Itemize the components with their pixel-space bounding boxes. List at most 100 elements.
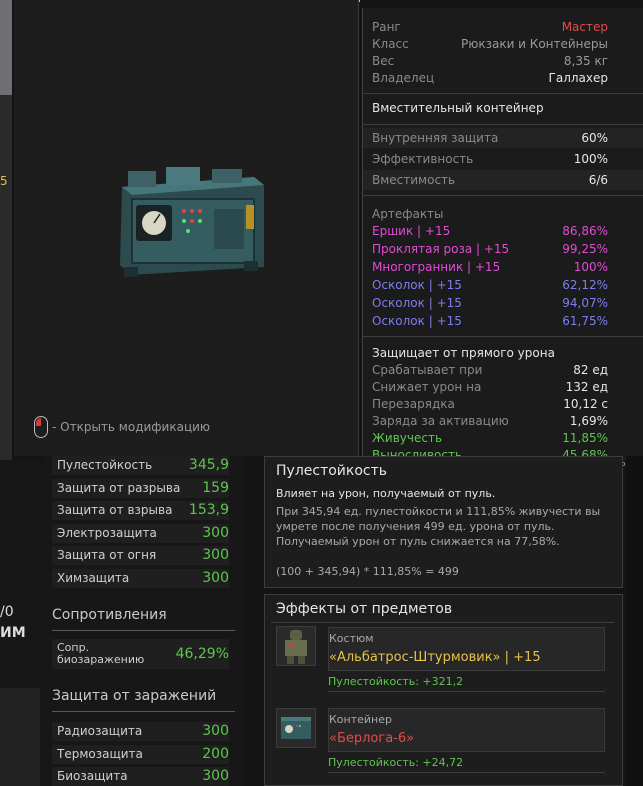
effect-item-name: «Берлога-6» xyxy=(329,731,415,746)
protect-row: Заряда за активацию 1,69% xyxy=(372,414,608,428)
background-number: 5 xyxy=(0,174,8,188)
container-model-image xyxy=(120,167,264,277)
info-description-line: умрете после получения 499 ед. урона от … xyxy=(276,520,555,533)
label: Вес xyxy=(372,54,395,68)
stat-value: 345,9 xyxy=(188,457,229,473)
item-effects-panel: Эффекты от предметов Костюм «Альбатрос-Ш… xyxy=(264,594,623,786)
artifact-value: 94,07% xyxy=(562,296,608,310)
stat-row[interactable]: Термозащита 200 xyxy=(52,745,229,764)
label: Снижает урон на xyxy=(372,380,482,394)
stat-row-bio-resistance[interactable]: Сопр. биозаражению 46,29% xyxy=(52,639,229,669)
value: 82 ед xyxy=(573,363,608,377)
stat-label: Защита от взрыва xyxy=(57,503,173,517)
stat-row[interactable]: Защита от разрыва 159 xyxy=(52,479,229,498)
value: 1,69% xyxy=(569,414,608,428)
artifact-value: 61,75% xyxy=(562,314,608,328)
label: Срабатывает при xyxy=(372,363,483,377)
label: Заряда за активацию xyxy=(372,414,509,428)
effect-card[interactable]: Костюм «Альбатрос-Штурмовик» | +15 xyxy=(328,627,605,671)
stat-value: 300 xyxy=(202,525,229,541)
value: 100% xyxy=(573,152,608,166)
section-title-resistances: Сопротивления xyxy=(52,607,167,623)
artifact-name: Многогранник | +15 xyxy=(372,260,501,274)
divider xyxy=(363,195,643,196)
artifact-row: Осколок | +15 94,07% xyxy=(372,296,608,310)
item-preview-panel[interactable]: - Открыть модификацию xyxy=(14,0,359,456)
stat-row[interactable]: Защита от взрыва 153,9 xyxy=(52,501,229,520)
label: Класс xyxy=(372,37,409,51)
stat-row[interactable]: Защита от огня 300 xyxy=(52,546,229,565)
background-text: ИМ xyxy=(0,625,26,641)
artifact-row: Осколок | +15 61,75% xyxy=(372,314,608,328)
container-thumbnail xyxy=(281,717,311,739)
artifacts-title: Артефакты xyxy=(372,207,608,221)
stat-row-bullet-resistance[interactable]: Пулестойкость 345,9 xyxy=(52,456,229,475)
artifact-name: Ершик | +15 xyxy=(372,224,451,238)
tooltip-row-efficiency: Эффективность 100% xyxy=(372,152,608,166)
stat-row[interactable]: Биозащита 300 xyxy=(52,767,229,786)
label: Ранг xyxy=(372,20,401,34)
artifact-row: Осколок | +15 62,12% xyxy=(372,278,608,292)
stat-value: 46,29% xyxy=(175,646,229,662)
stat-value: 300 xyxy=(202,768,229,784)
background-text: /0 xyxy=(0,604,14,620)
mouse-left-click-icon xyxy=(34,416,48,438)
info-title: Пулестойкость xyxy=(276,463,388,479)
label: Живучесть xyxy=(372,431,443,445)
type-title-text: Вместительный контейнер xyxy=(372,101,544,115)
divider xyxy=(328,772,605,773)
protect-row: Живучесть 11,85% xyxy=(372,431,608,445)
effect-item-name: «Альбатрос-Штурмовик» | +15 xyxy=(329,650,541,665)
info-description-line: Получаемый урон от пуль снижается на 77,… xyxy=(276,535,560,548)
protect-row: Снижает урон на 132 ед xyxy=(372,380,608,394)
stat-value: 200 xyxy=(202,746,229,762)
divider xyxy=(363,124,643,125)
background-left-strip xyxy=(0,0,12,460)
info-formula: (100 + 345,94) * 111,85% = 499 xyxy=(276,565,459,578)
info-subtitle: Влияет на урон, получаемый от пуль. xyxy=(276,487,496,500)
value: 11,85% xyxy=(562,431,608,445)
stat-row[interactable]: Электрозащита 300 xyxy=(52,524,229,543)
stat-info-panel: Пулестойкость Влияет на урон, получаемый… xyxy=(264,456,623,588)
artifact-value: 86,86% xyxy=(562,224,608,238)
effect-card[interactable]: Контейнер «Берлога-6» xyxy=(328,708,605,752)
stat-value: 300 xyxy=(202,547,229,563)
label: Артефакты xyxy=(372,207,444,221)
value: 8,35 кг xyxy=(563,54,608,68)
protect-title-text: Защищает от прямого урона xyxy=(372,346,555,360)
section-divider xyxy=(52,630,235,631)
stat-label: Биозащита xyxy=(57,769,128,783)
background-corner xyxy=(0,688,40,786)
artifact-row: Многогранник | +15 100% xyxy=(372,260,608,274)
value: 132 ед xyxy=(565,380,608,394)
item-tooltip: Ранг Мастер Класс Рюкзаки и Контейнеры В… xyxy=(362,8,643,460)
stat-row[interactable]: Радиозащита 300 xyxy=(52,722,229,741)
artifact-name: Проклятая роза | +15 xyxy=(372,242,510,256)
suit-thumbnail xyxy=(285,630,307,664)
value: Галлахер xyxy=(548,71,608,85)
value: Рюкзаки и Контейнеры xyxy=(461,37,608,51)
effect-bonus: Пулестойкость: +24,72 xyxy=(328,756,464,769)
stat-label: Защита от разрыва xyxy=(57,481,181,495)
section-title-infection: Защита от заражений xyxy=(52,688,217,704)
stat-label: Химзащита xyxy=(57,571,130,585)
stat-row[interactable]: Химзащита 300 xyxy=(52,569,229,588)
protect-row: Перезарядка 10,12 с xyxy=(372,397,608,411)
stat-label: Защита от огня xyxy=(57,548,157,562)
container-icon[interactable] xyxy=(276,708,316,748)
effect-category: Костюм xyxy=(329,632,374,645)
label: Владелец xyxy=(372,71,435,85)
rank-value: Мастер xyxy=(561,20,608,34)
stat-value: 159 xyxy=(202,480,229,496)
item-type-title: Вместительный контейнер xyxy=(372,101,608,115)
stat-value: 300 xyxy=(202,570,229,586)
artifact-value: 100% xyxy=(573,260,608,274)
suit-icon[interactable] xyxy=(276,626,316,666)
tooltip-row-inner-protection: Внутренняя защита 60% xyxy=(372,131,608,145)
label: Перезарядка xyxy=(372,397,455,411)
tooltip-row-class: Класс Рюкзаки и Контейнеры xyxy=(372,37,608,51)
stat-value: 300 xyxy=(202,723,229,739)
stat-label: Термозащита xyxy=(57,747,143,761)
divider xyxy=(363,93,643,94)
effects-title: Эффекты от предметов xyxy=(276,601,453,617)
